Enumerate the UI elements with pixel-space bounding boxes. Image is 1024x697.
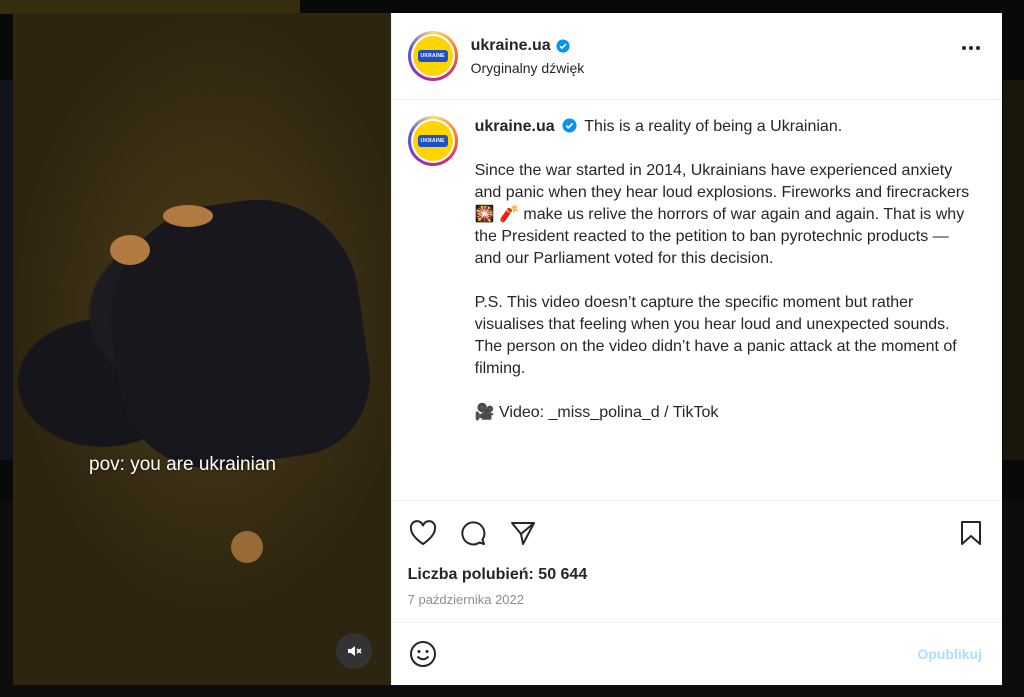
more-dot-icon [976,46,980,50]
caption-section: UKRAINE ukraine.ua This is a reality of … [392,100,1002,500]
header-username[interactable]: ukraine.ua [471,37,551,55]
movie-camera-emoji: 🎥 [474,404,495,421]
firecracker-emoji: 🧨 [499,206,519,223]
publish-button[interactable]: Opublikuj [917,646,982,662]
bookmark-icon [961,520,981,545]
more-dot-icon [969,46,973,50]
save-button[interactable] [956,518,986,548]
video-credit: 🎥 Video: _miss_polina_d / TikTok [474,404,719,421]
video-hand [231,531,263,563]
caption-username[interactable]: ukraine.ua [475,118,555,135]
video-hand [163,205,213,227]
avatar[interactable]: UKRAINE [407,116,458,166]
ukraine-logo: UKRAINE [412,121,453,161]
share-button[interactable] [508,518,538,548]
action-bar [391,500,1002,564]
post-modal: pov: you are ukrainian UKRAINE ukraine.u… [13,13,1002,685]
likes-count[interactable]: Liczba polubień: 50 644 [408,566,986,584]
audio-label[interactable]: Oryginalny dźwięk [471,60,585,76]
ukraine-logo: UKRAINE [412,36,453,76]
video-subject [96,186,380,480]
caption-paragraph: P.S. This video doesn’t capture the spec… [474,294,957,377]
comment-bar: Opublikuj [391,622,1002,685]
post-side-panel: UKRAINE ukraine.ua Oryginalny dźwięk UKR… [390,13,1002,685]
post-video[interactable]: pov: you are ukrainian [13,13,391,685]
emoji-button[interactable] [408,639,438,669]
send-icon [510,521,535,545]
heart-icon [409,519,436,545]
video-caption-overlay: pov: you are ukrainian [89,454,276,475]
avatar[interactable]: UKRAINE [407,31,458,81]
post-stats: Liczba polubień: 50 644 7 października 2… [392,564,1002,622]
verified-badge-icon [562,118,577,133]
caption-paragraph: Since the war started in 2014, Ukrainian… [474,162,970,267]
post-date[interactable]: 7 października 2022 [408,592,986,607]
video-hand [110,235,150,265]
caption-first-line: This is a reality of being a Ukrainian. [584,118,843,135]
post-caption: ukraine.ua This is a reality of being a … [475,116,975,424]
more-options-button[interactable] [962,46,980,50]
comment-bubble-icon [461,520,485,545]
speaker-muted-icon [348,646,362,656]
smiley-icon [409,641,436,667]
verified-badge-icon [556,38,570,53]
comment-input[interactable] [449,645,874,663]
post-header: UKRAINE ukraine.ua Oryginalny dźwięk [391,13,1002,100]
mute-button[interactable] [336,633,372,669]
more-dot-icon [962,46,966,50]
like-button[interactable] [408,518,438,548]
sparkler-emoji: 🎇 [474,206,495,223]
comment-button[interactable] [458,518,488,548]
